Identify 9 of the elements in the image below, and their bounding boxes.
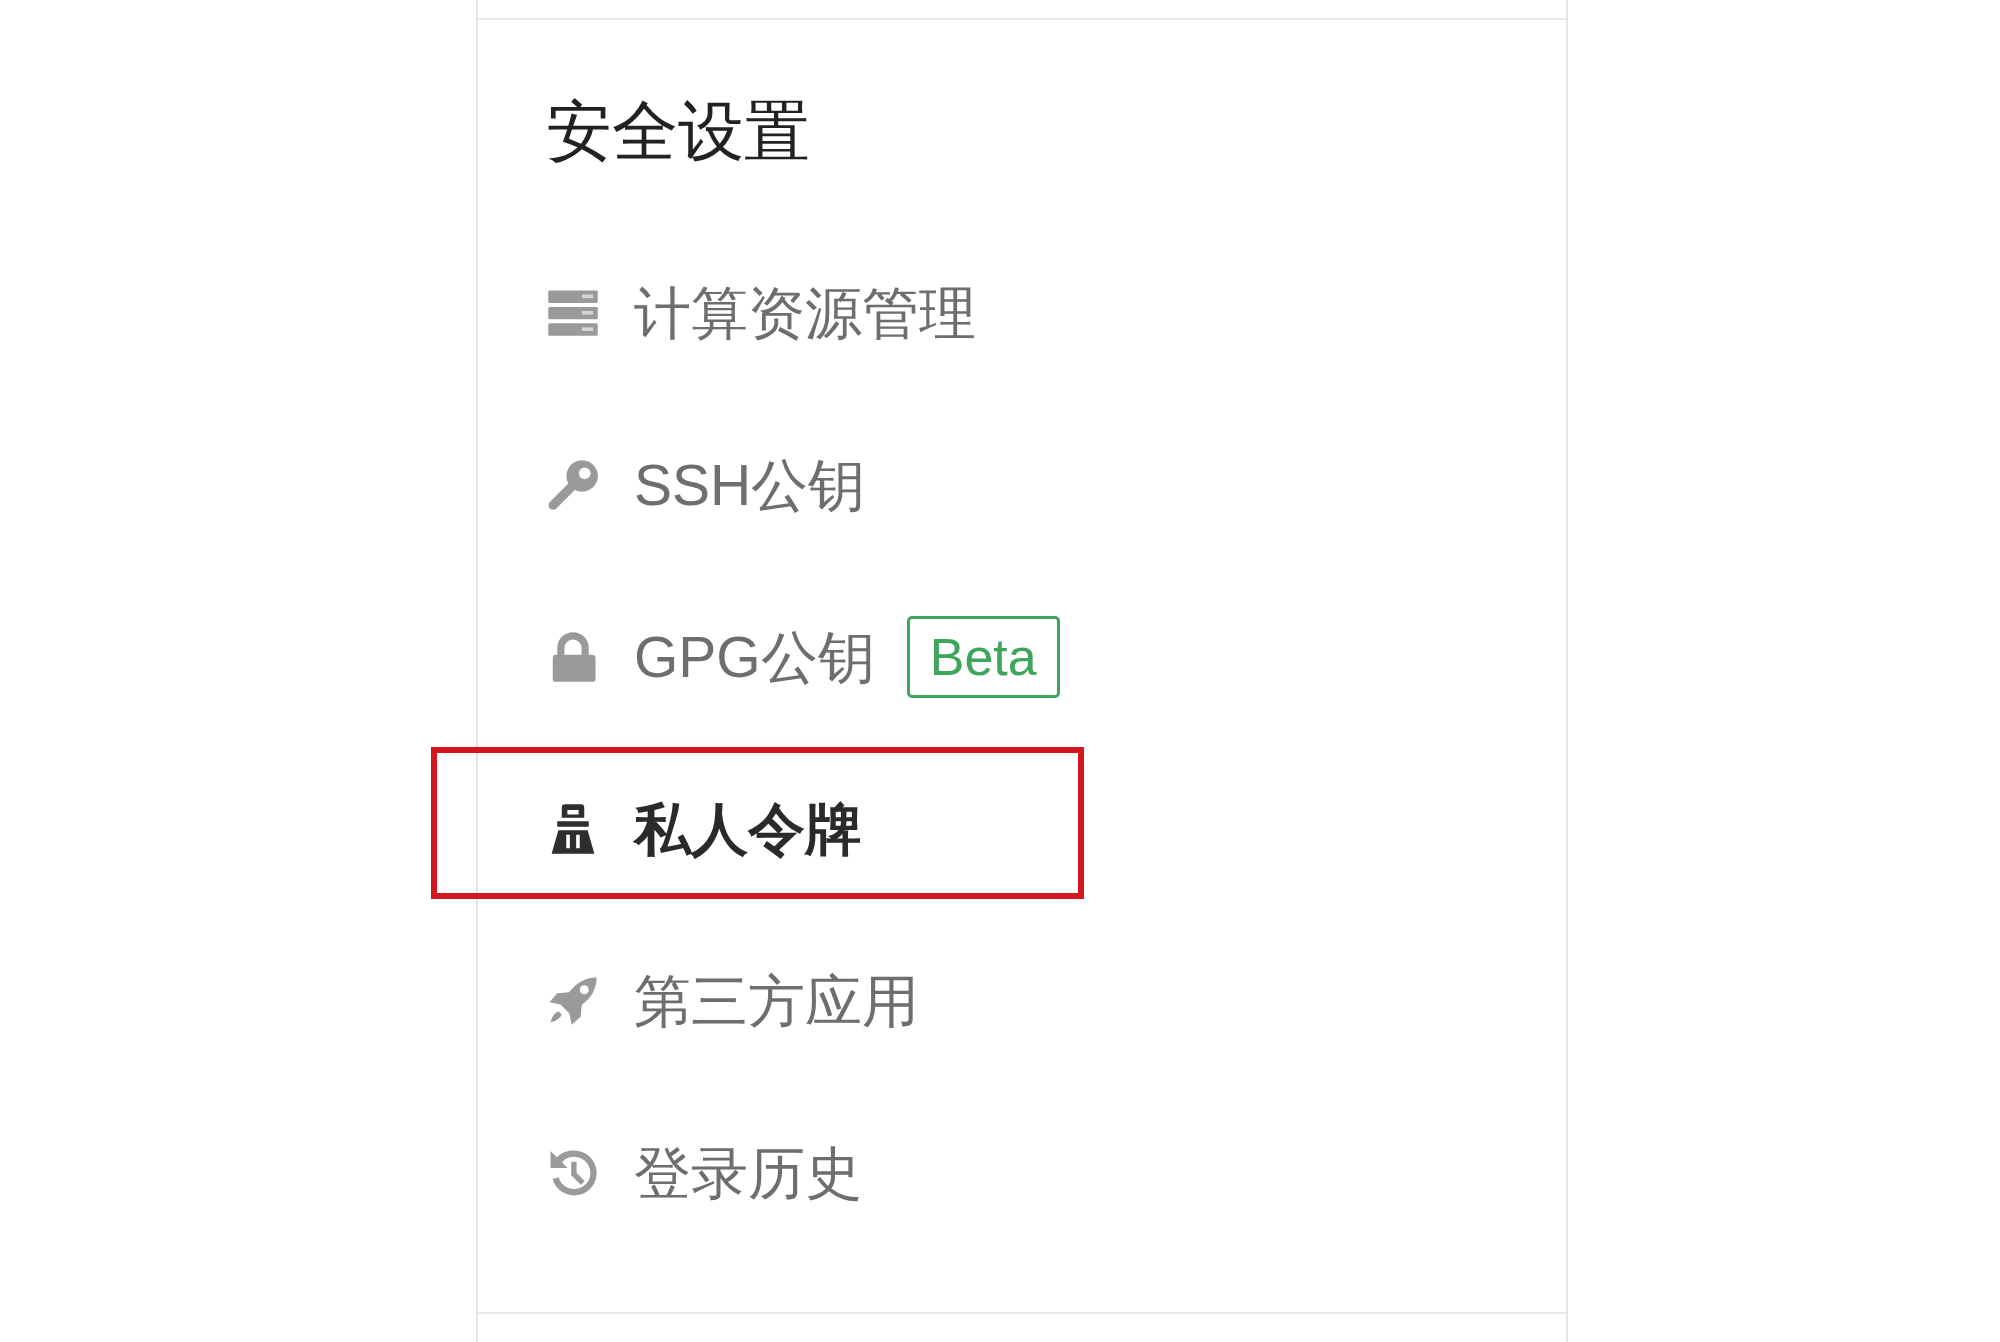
- sidebar-item[interactable]: SSH公钥: [546, 399, 866, 571]
- sidebar-item[interactable]: 计算资源管理: [546, 227, 976, 399]
- beta-badge: Beta: [906, 616, 1060, 698]
- sidebar-item[interactable]: 第三方应用: [546, 915, 919, 1087]
- sidebar-item[interactable]: GPG公钥 Beta: [546, 571, 1060, 743]
- key-icon: [546, 458, 600, 512]
- sidebar-item[interactable]: 登录历史: [546, 1087, 862, 1259]
- section-title: 安全设置: [546, 96, 810, 166]
- sidebar-item[interactable]: 私人令牌: [546, 743, 862, 915]
